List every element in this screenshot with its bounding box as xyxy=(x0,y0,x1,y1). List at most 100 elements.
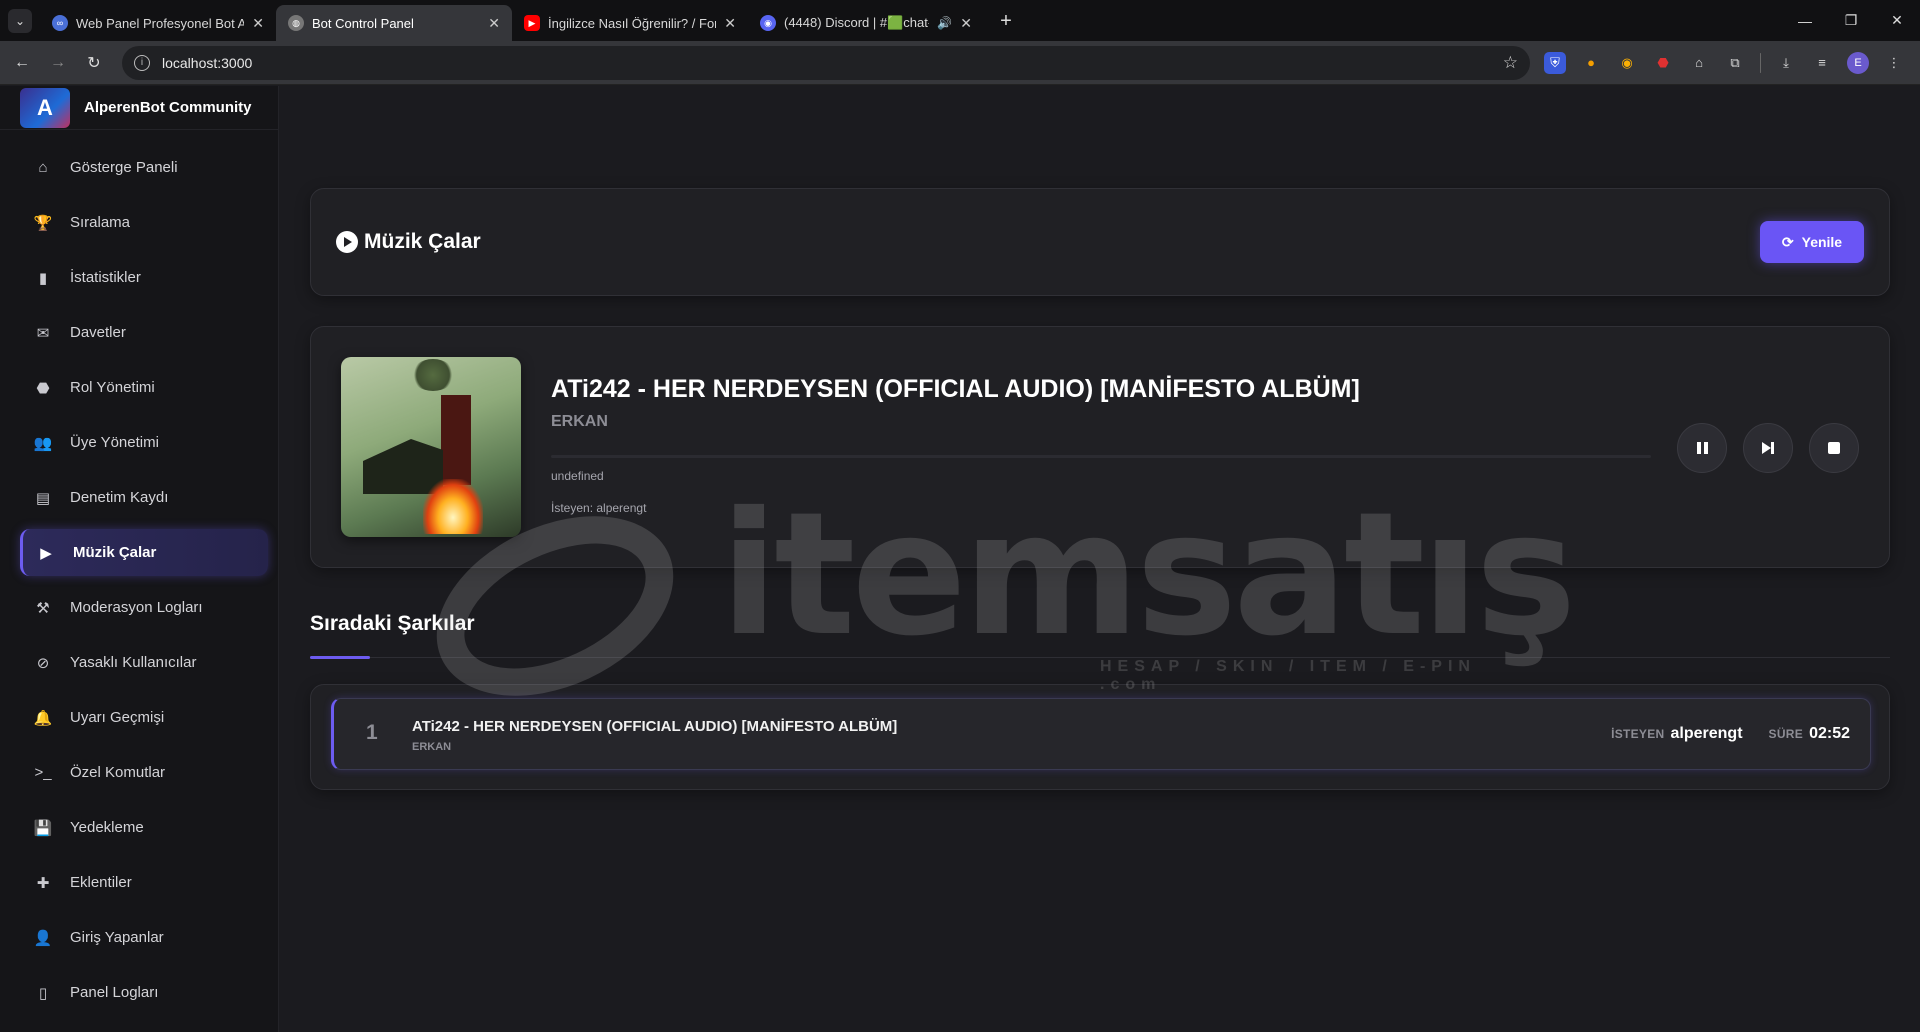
browser-tab[interactable]: ▶ İngilizce Nasıl Öğrenilir? / Form ✕ xyxy=(512,5,748,41)
stop-button[interactable] xyxy=(1809,423,1859,473)
now-playing-card: ATi242 - HER NERDEYSEN (OFFICIAL AUDIO) … xyxy=(310,326,1890,568)
sidebar-item-label: Denetim Kaydı xyxy=(70,489,169,506)
browser-tab[interactable]: ∞ Web Panel Profesyonel Bot Alty ✕ xyxy=(40,5,276,41)
queue-position: 1 xyxy=(366,721,378,744)
tab-title: Web Panel Profesyonel Bot Alty xyxy=(76,15,245,31)
sidebar-item-label: Üye Yönetimi xyxy=(70,434,159,451)
close-window-icon[interactable]: ✕ xyxy=(1874,0,1920,41)
home-extension-icon[interactable]: ⌂ xyxy=(1688,52,1710,74)
restore-icon[interactable]: ❐ xyxy=(1828,0,1874,41)
close-icon[interactable]: ✕ xyxy=(252,15,264,32)
sidebar-item-özel-komutlar[interactable]: >_ Özel Komutlar xyxy=(20,749,268,796)
sidebar-menu: ⌂ Gösterge Paneli 🏆 Sıralama ▮ İstatistikler ✉… xyxy=(0,130,278,1016)
users-icon: 👥 xyxy=(33,434,53,452)
play-circle-icon: ▶ xyxy=(40,544,52,562)
sidebar-item-panel-logları[interactable]: ▯ Panel Logları xyxy=(20,969,268,1016)
cover-door xyxy=(441,395,471,485)
site-info-icon[interactable]: i xyxy=(134,54,150,71)
queue-divider xyxy=(310,657,1890,658)
sidebar-brand[interactable]: A AlperenBot Community xyxy=(0,86,278,130)
page-header-card: Müzik Çalar ⟳ Yenile xyxy=(310,188,1890,296)
download-icon[interactable]: ⤓ xyxy=(1775,52,1797,74)
save-icon: 💾 xyxy=(33,819,53,837)
profile-avatar[interactable]: E xyxy=(1847,51,1869,74)
sidebar-item-rol-yönetimi[interactable]: ⬣ Rol Yönetimi xyxy=(20,364,268,411)
sidebar-item-sıralama[interactable]: 🏆 Sıralama xyxy=(20,199,268,246)
brand-logo: A xyxy=(20,87,70,128)
queue-card: 1 ATi242 - HER NERDEYSEN (OFFICIAL AUDIO… xyxy=(310,684,1890,790)
sidebar-item-moderasyon-logları[interactable]: ⚒ Moderasyon Logları xyxy=(20,584,268,631)
media-control-icon[interactable]: ≡ xyxy=(1811,52,1833,74)
sidebar-item-yasaklı-kullanıcılar[interactable]: ⊘ Yasaklı Kullanıcılar xyxy=(20,639,268,686)
link-icon: ∞ xyxy=(52,15,68,31)
browser-tab-active[interactable]: ◍ Bot Control Panel ✕ xyxy=(276,5,512,41)
address-bar[interactable]: i localhost:3000 ☆ xyxy=(122,45,1530,80)
queue-song-artist: ERKAN xyxy=(412,741,452,753)
sidebar-item-label: Müzik Çalar xyxy=(73,544,157,561)
pause-button[interactable] xyxy=(1677,423,1727,473)
browser-tab-strip: ⌄ ∞ Web Panel Profesyonel Bot Alty ✕ ◍ B… xyxy=(0,0,1920,41)
puzzle-extensions-icon[interactable]: ⧉ xyxy=(1724,52,1746,74)
now-playing-requester: İsteyen: alperengt xyxy=(551,501,647,515)
close-icon[interactable]: ✕ xyxy=(724,15,736,32)
clipboard-icon: ▤ xyxy=(35,489,51,507)
sidebar-item-label: Yedekleme xyxy=(70,819,144,836)
page-title-text: Müzik Çalar xyxy=(364,230,481,253)
puzzle-icon: ✚ xyxy=(36,874,50,892)
browser-tab[interactable]: ◉ (4448) Discord | #🟩chat-s 🔊 ✕ xyxy=(748,5,984,41)
album-cover xyxy=(341,357,521,537)
progress-track[interactable] xyxy=(551,455,1651,458)
orange-extension-icon[interactable]: ● xyxy=(1580,52,1602,74)
sidebar-item-müzik-çalar[interactable]: ▶ Müzik Çalar xyxy=(20,529,268,576)
skip-forward-icon xyxy=(1762,442,1774,454)
reload-icon[interactable]: ↻ xyxy=(76,45,112,81)
toolbar-divider xyxy=(1760,52,1761,73)
sidebar-item-label: Sıralama xyxy=(70,214,131,231)
minimize-icon[interactable]: — xyxy=(1782,0,1828,41)
tag-icon: ⬣ xyxy=(36,379,50,397)
sidebar-item-giriş-yapanlar[interactable]: 👤 Giriş Yapanlar xyxy=(20,914,268,961)
queue-song-title: ATi242 - HER NERDEYSEN (OFFICIAL AUDIO) … xyxy=(412,718,898,735)
sidebar-item-label: Rol Yönetimi xyxy=(70,379,155,396)
sidebar-item-davetler[interactable]: ✉ Davetler xyxy=(20,309,268,356)
bookmark-star-icon[interactable]: ☆ xyxy=(1503,53,1518,73)
queue-item[interactable]: 1 ATi242 - HER NERDEYSEN (OFFICIAL AUDIO… xyxy=(331,698,1871,770)
trophy-icon: 🏆 xyxy=(33,214,53,232)
kebab-menu-icon[interactable]: ⋮ xyxy=(1883,52,1905,74)
sidebar-item-üye-yönetimi[interactable]: 👥 Üye Yönetimi xyxy=(20,419,268,466)
back-icon[interactable]: ← xyxy=(4,45,40,81)
skip-button[interactable] xyxy=(1743,423,1793,473)
forward-icon[interactable]: → xyxy=(40,45,76,81)
speaker-icon[interactable]: 🔊 xyxy=(937,16,952,30)
gavel-icon: ⚒ xyxy=(36,599,50,617)
cookie-extension-icon[interactable]: ◉ xyxy=(1616,52,1638,74)
refresh-button[interactable]: ⟳ Yenile xyxy=(1760,221,1864,263)
refresh-label: Yenile xyxy=(1801,234,1843,250)
sidebar-item-gösterge-paneli[interactable]: ⌂ Gösterge Paneli xyxy=(20,144,268,191)
now-playing-duration: undefined xyxy=(551,469,604,483)
sidebar-item-uyarı-geçmişi[interactable]: 🔔 Uyarı Geçmişi xyxy=(20,694,268,741)
cover-chandelier xyxy=(411,359,455,391)
window-controls: — ❐ ✕ xyxy=(1782,0,1920,41)
sidebar-item-denetim-kaydı[interactable]: ▤ Denetim Kaydı xyxy=(20,474,268,521)
sidebar-item-i-statistikler[interactable]: ▮ İstatistikler xyxy=(20,254,268,301)
main-content: Müzik Çalar ⟳ Yenile ATi242 - HER NERDEY… xyxy=(310,86,1890,1032)
sidebar-item-label: Uyarı Geçmişi xyxy=(70,709,165,726)
new-tab-button[interactable]: + xyxy=(994,10,1018,33)
sidebar-item-label: Yasaklı Kullanıcılar xyxy=(70,654,197,671)
sidebar-item-eklentiler[interactable]: ✚ Eklentiler xyxy=(20,859,268,906)
tab-search-button[interactable]: ⌄ xyxy=(8,9,32,33)
sidebar-item-yedekleme[interactable]: 💾 Yedekleme xyxy=(20,804,268,851)
close-icon[interactable]: ✕ xyxy=(960,15,972,32)
shield-extension-icon[interactable]: ⛨ xyxy=(1544,51,1566,74)
globe-icon: ◍ xyxy=(288,15,304,31)
terminal-icon: >_ xyxy=(34,764,52,781)
close-icon[interactable]: ✕ xyxy=(488,15,500,32)
url-text[interactable]: localhost:3000 xyxy=(162,55,1491,71)
file-icon: ▯ xyxy=(38,984,48,1002)
sidebar-item-label: Giriş Yapanlar xyxy=(70,929,164,946)
sidebar-item-label: Gösterge Paneli xyxy=(70,159,178,176)
stop-icon xyxy=(1828,442,1840,454)
red-extension-icon[interactable]: ⬣ xyxy=(1652,52,1674,74)
now-playing-title: ATi242 - HER NERDEYSEN (OFFICIAL AUDIO) … xyxy=(551,375,1360,403)
